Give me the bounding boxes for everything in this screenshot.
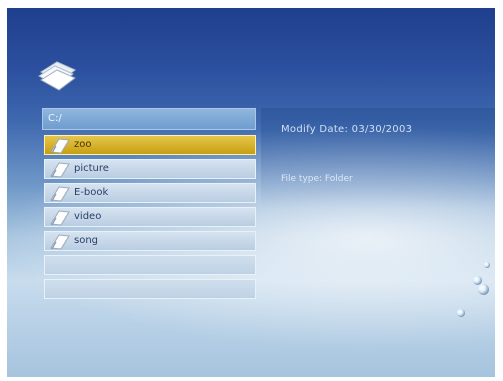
path-bar: C:/ [42,108,256,130]
page-icon [50,162,70,178]
bubble-icon [484,262,490,268]
list-item-video[interactable]: video [44,207,256,227]
list-item-label: video [74,211,102,222]
list-item-empty[interactable] [44,255,256,275]
list-item-e-book[interactable]: E-book [44,183,256,203]
current-path: C:/ [48,113,62,124]
file-list: zoo picture E-book video song [44,135,256,303]
page-icon [50,186,70,202]
list-item-empty[interactable] [44,279,256,299]
page-icon [50,234,70,250]
photo-frame-screen: C:/ zoo picture E-book video song Modify… [7,8,495,377]
page-icon [50,210,70,226]
page-icon [50,138,70,154]
list-item-label: zoo [74,139,92,150]
bubble-icon [457,309,465,317]
list-item-label: picture [74,163,109,174]
list-item-picture[interactable]: picture [44,159,256,179]
bubble-icon [478,284,489,295]
list-item-zoo[interactable]: zoo [44,135,256,155]
modify-date: Modify Date: 03/30/2003 [281,124,413,135]
list-item-label: song [74,235,99,246]
info-panel [261,108,495,208]
file-type: File type: Folder [281,174,353,184]
list-item-song[interactable]: song [44,231,256,251]
folder-stack-icon [38,61,76,91]
list-item-label: E-book [74,187,109,198]
